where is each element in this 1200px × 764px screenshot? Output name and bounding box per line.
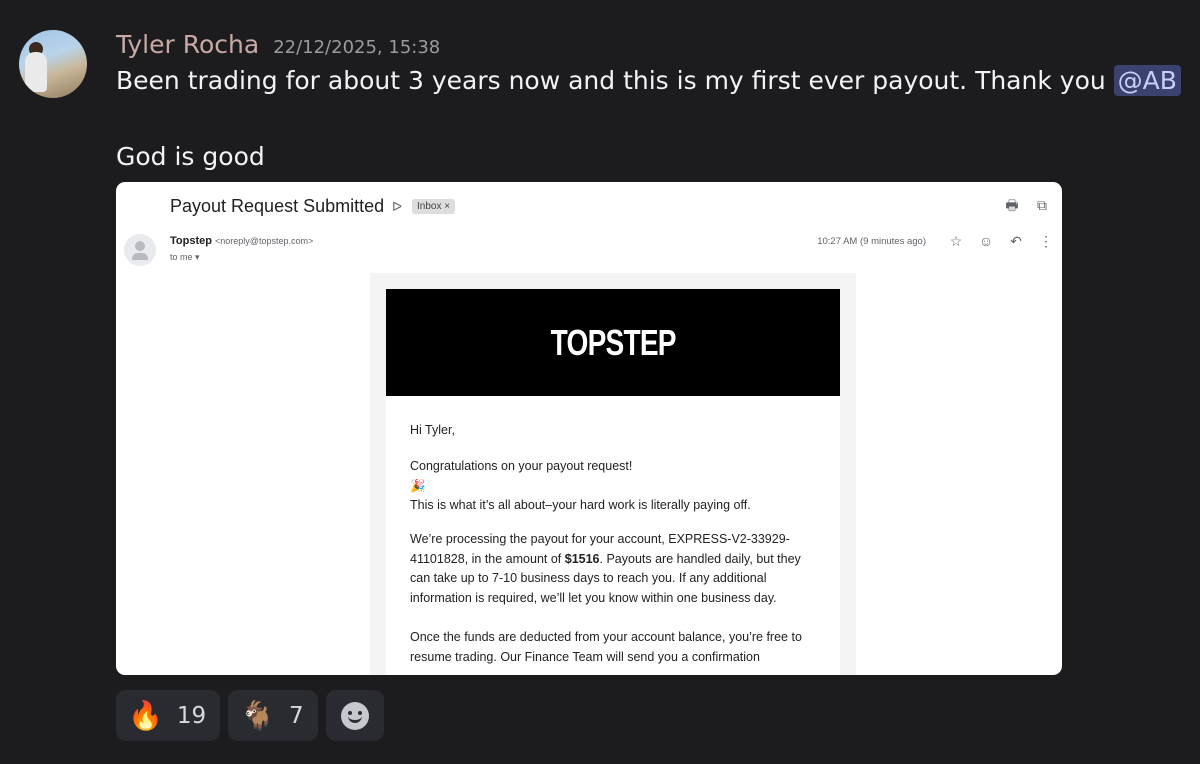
author-name[interactable]: Tyler Rocha xyxy=(116,30,259,59)
reaction-goat[interactable]: 🐐 7 xyxy=(228,690,318,741)
congrats-block: Congratulations on your payout request! … xyxy=(410,457,820,516)
fire-icon: 🔥 xyxy=(128,698,163,732)
party-emoji: 🎉 xyxy=(410,478,426,493)
email-greeting: Hi Tyler, xyxy=(410,423,455,437)
message-line-1: Been trading for about 3 years now and t… xyxy=(116,65,1181,96)
topstep-banner: TOPSTEP xyxy=(386,289,840,396)
sender-email: <noreply@topstep.com> xyxy=(215,236,314,246)
reaction-count: 7 xyxy=(289,702,304,729)
goat-icon: 🐐 xyxy=(240,698,276,732)
more-options-icon: ⋮ xyxy=(1039,233,1053,249)
star-icon: ☆ xyxy=(949,233,963,249)
message-header: Tyler Rocha 22/12/2025, 15:38 xyxy=(116,30,440,62)
recipient-line: to me ▾ xyxy=(170,252,200,262)
open-in-new-window-icon: ⧉ xyxy=(1037,197,1047,213)
sender-name: Topstep xyxy=(170,235,212,247)
message-line-2: God is good xyxy=(116,142,265,171)
reaction-count: 19 xyxy=(176,702,207,729)
message-timestamp: 22/12/2025, 15:38 xyxy=(273,37,441,58)
important-marker-icon: ᐅ xyxy=(392,199,402,214)
payout-paragraph: We’re processing the payout for your acc… xyxy=(410,530,820,608)
tagline: This is what it’s all about–your hard wo… xyxy=(410,498,751,512)
user-mention[interactable]: @AB xyxy=(1113,65,1181,96)
topstep-logo: TOPSTEP xyxy=(550,321,676,363)
email-time: 10:27 AM (9 minutes ago) xyxy=(817,236,926,247)
congrats-line: Congratulations on your payout request! xyxy=(410,459,633,473)
email-subject: Payout Request Submitted xyxy=(170,196,385,216)
reply-icon: ↶ xyxy=(1010,233,1022,249)
sender-line: Topstep <noreply@topstep.com> xyxy=(170,235,313,247)
sender-avatar-icon xyxy=(124,234,156,266)
email-screenshot-attachment[interactable]: Payout Request Submitted ᐅ Inbox × 🖶 ⧉ T… xyxy=(116,182,1062,675)
emoji-reaction-icon: ☺ xyxy=(978,233,994,249)
reaction-fire[interactable]: 🔥 19 xyxy=(116,690,221,741)
funds-paragraph: Once the funds are deducted from your ac… xyxy=(410,630,802,664)
message-text: Been trading for about 3 years now and t… xyxy=(116,66,1114,95)
email-body: Hi Tyler, Congratulations on your payout… xyxy=(386,396,840,675)
reactions-bar: 🔥 19 🐐 7 xyxy=(116,690,384,741)
add-reaction-smiley-icon xyxy=(340,701,369,730)
email-content-frame: TOPSTEP Hi Tyler, Congratulations on you… xyxy=(370,273,856,675)
email-top-actions: 🖶 ⧉ xyxy=(1004,197,1050,213)
avatar-body xyxy=(25,52,47,92)
payout-amount: $1516 xyxy=(564,551,600,566)
user-avatar[interactable] xyxy=(19,30,87,98)
print-icon: 🖶 xyxy=(1005,197,1019,213)
add-reaction-button[interactable] xyxy=(325,690,384,741)
inbox-label-chip: Inbox × xyxy=(412,199,456,214)
email-row-actions: ☆ ☺ ↶ ⋮ xyxy=(948,233,1054,249)
